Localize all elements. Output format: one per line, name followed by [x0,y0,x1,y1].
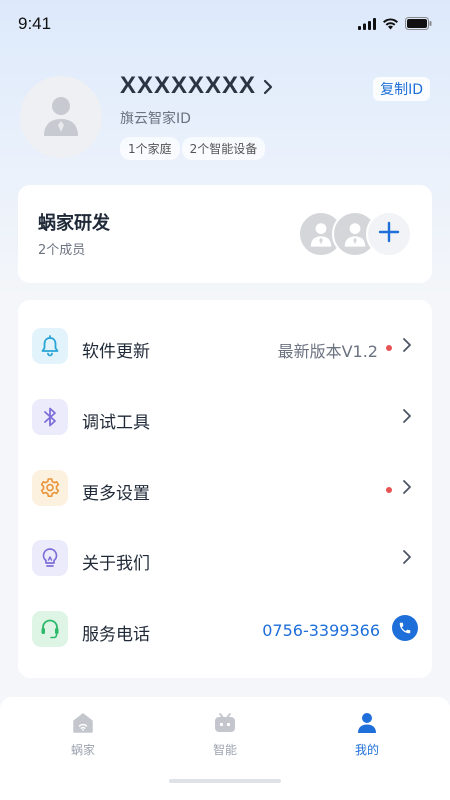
home-icon [33,711,133,735]
family-member-count: 2个成员 [38,243,86,258]
menu-label-service-phone: 服务电话 [82,625,150,645]
menu-label-about-us: 关于我们 [82,554,150,574]
status-icons [358,15,432,34]
nav-label-smart: 智能 [212,743,237,757]
menu-label-more-settings: 更多设置 [82,484,150,504]
tag-family-count: 1个家庭 [120,137,180,160]
person-icon [317,711,417,735]
wifi-icon [382,15,399,34]
chevron-right-icon[interactable] [262,79,274,99]
robot-icon [175,711,275,735]
profile-tags: 1个家庭 2个智能设备 [120,137,266,160]
family-name: 蜗家研发 [38,213,110,234]
family-card[interactable]: 蜗家研发 2个成员 [18,185,432,283]
copy-id-button[interactable]: 复制ID [373,77,430,101]
menu-item-more-settings[interactable]: 更多设置 [18,455,432,525]
phone-icon[interactable] [392,615,418,641]
menu-label-debug-tools: 调试工具 [82,413,150,433]
chevron-right-icon [402,408,412,428]
nav-label-mine: 我的 [354,743,379,757]
user-id-label: 旗云智家ID [120,111,191,127]
tag-device-count: 2个智能设备 [181,137,266,160]
menu-item-about-us[interactable]: 关于我们 [18,525,432,595]
user-avatar[interactable] [20,76,102,158]
update-badge-dot [386,345,392,351]
battery-icon [405,15,432,34]
username[interactable]: XXXXXXXX [120,72,256,100]
status-time: 9:41 [18,14,52,33]
home-indicator [169,779,281,783]
status-bar: 9:41 [0,0,450,48]
user-avatar-icon [41,94,81,140]
nav-tab-mine[interactable]: 我的 [317,711,417,758]
signal-icon [358,15,376,34]
chevron-right-icon [402,549,412,569]
plus-icon [378,221,400,247]
bluetooth-icon [32,399,68,435]
version-text: 最新版本V1.2 [277,342,378,361]
menu-item-service-phone[interactable]: 服务电话 0756-3399366 [18,596,432,666]
chevron-right-icon [402,479,412,499]
settings-menu: 软件更新 最新版本V1.2 调试工具 更多设置 关于我们 服务电话 0756-3… [18,300,432,678]
nav-tab-smart[interactable]: 智能 [175,711,275,758]
headset-icon [32,611,68,647]
member-avatars [298,211,412,257]
menu-label-software-update: 软件更新 [82,342,150,362]
service-phone-number[interactable]: 0756-3399366 [262,621,380,640]
lightbulb-icon [32,540,68,576]
menu-item-software-update[interactable]: 软件更新 最新版本V1.2 [18,313,432,383]
gear-icon [32,470,68,506]
menu-item-debug-tools[interactable]: 调试工具 [18,384,432,454]
add-member-button[interactable] [366,211,412,257]
nav-label-home: 蜗家 [70,743,95,757]
settings-badge-dot [386,487,392,493]
nav-tab-home[interactable]: 蜗家 [33,711,133,758]
chevron-right-icon [402,337,412,357]
bell-icon [32,328,68,364]
bottom-nav: 蜗家 智能 我的 [0,697,450,800]
